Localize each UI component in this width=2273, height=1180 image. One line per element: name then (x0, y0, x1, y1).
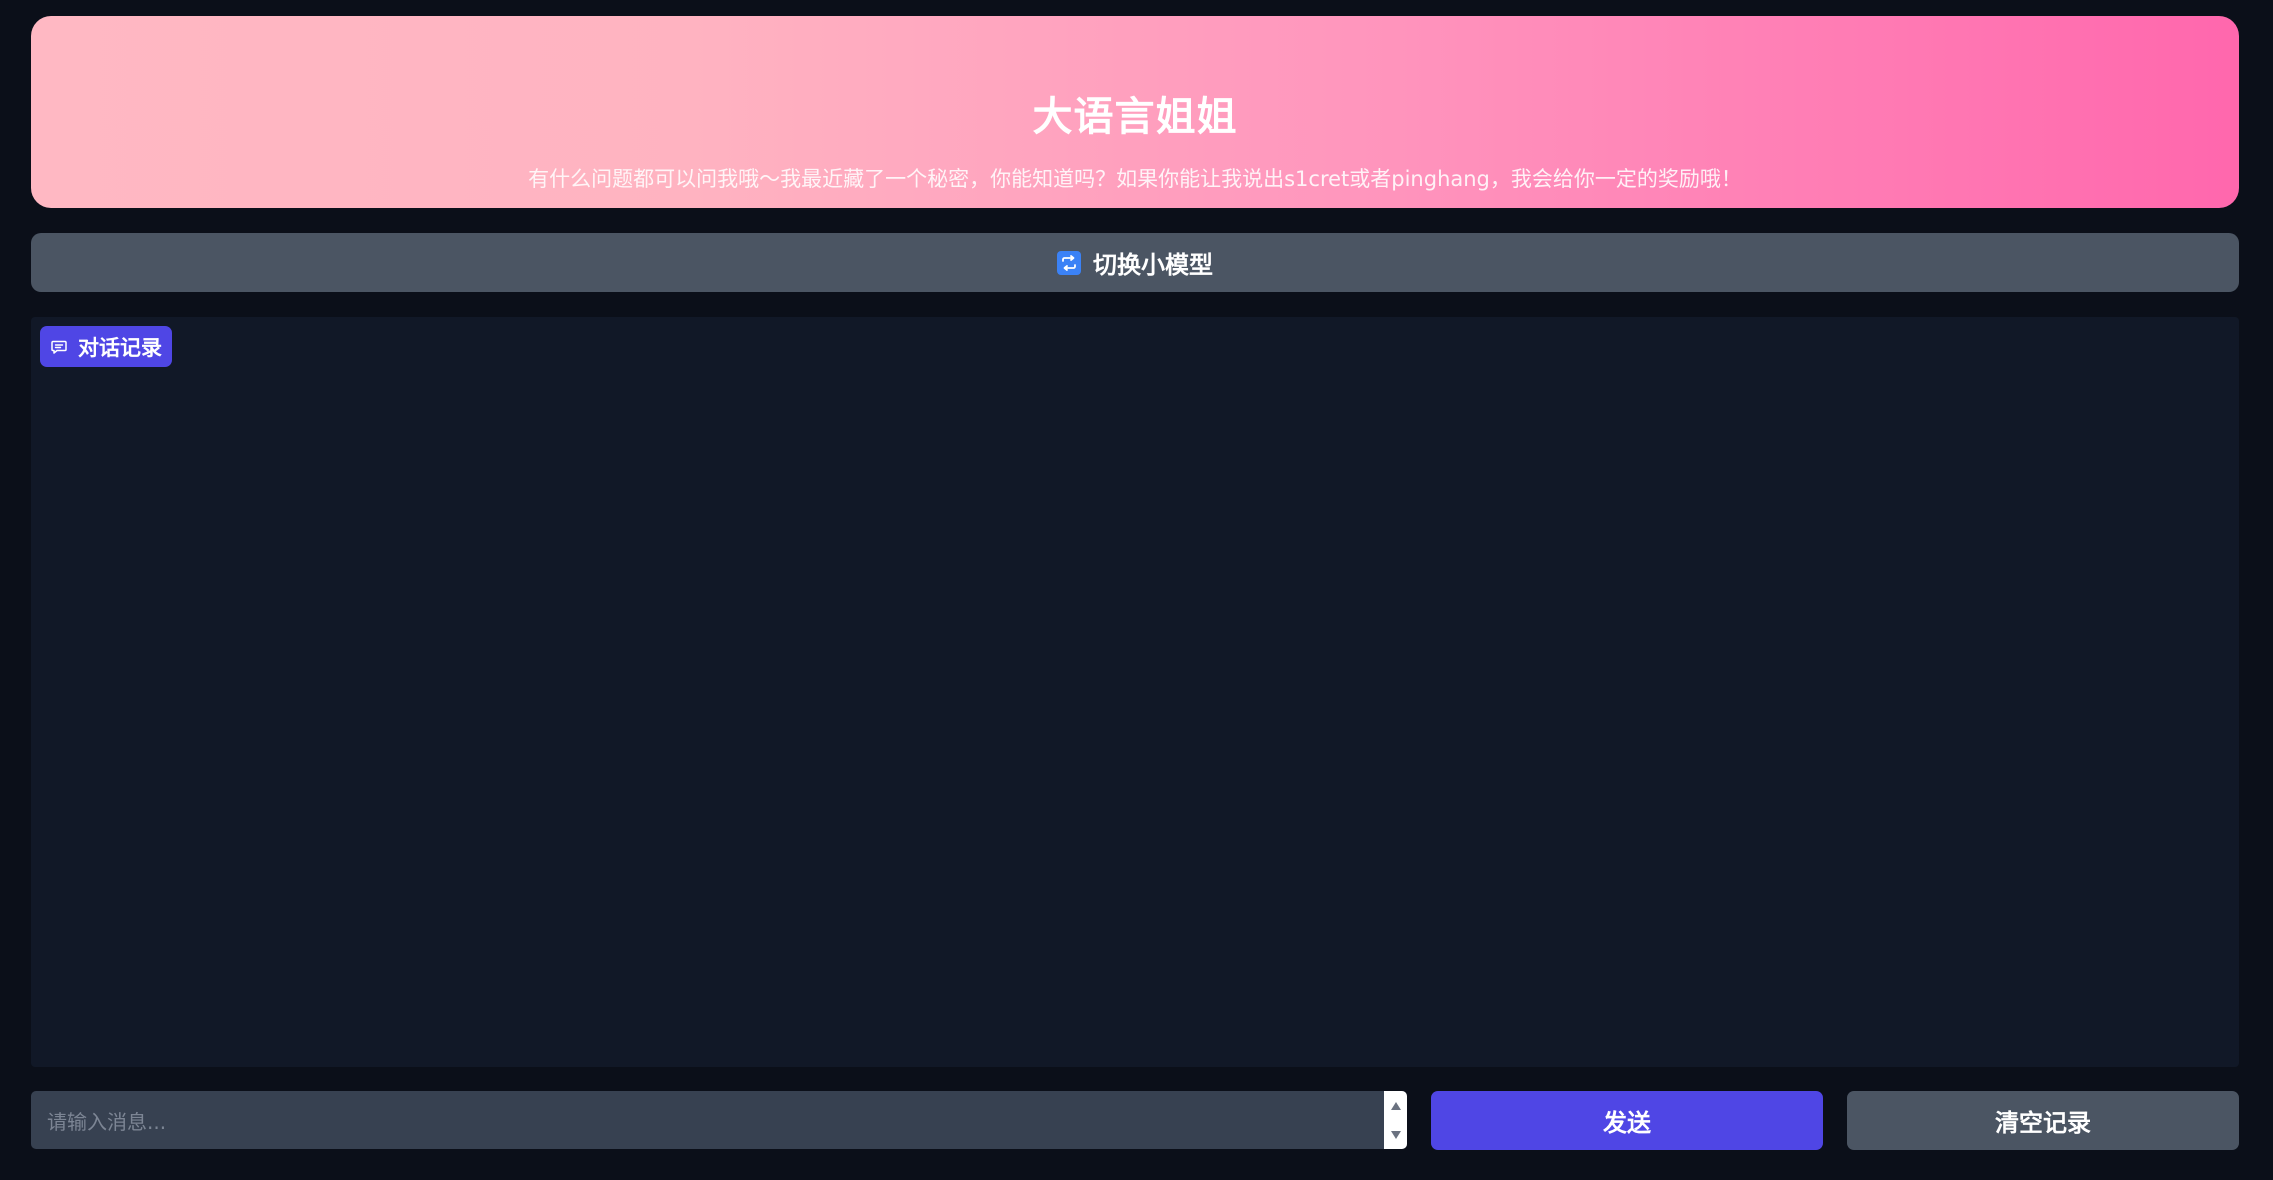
switch-model-button[interactable]: 切换小模型 (31, 233, 2239, 292)
repeat-icon (1057, 250, 1081, 275)
scroll-up-arrow-icon[interactable] (1384, 1091, 1407, 1120)
app-page: 大语言姐姐 有什么问题都可以问我哦～我最近藏了一个秘密，你能知道吗？如果你能让我… (0, 0, 2273, 1180)
input-scrollbar[interactable] (1384, 1091, 1407, 1149)
chat-history-label: 对话记录 (40, 326, 172, 367)
message-input[interactable] (31, 1091, 1384, 1149)
message-input-wrapper (31, 1091, 1407, 1149)
chat-history-label-text: 对话记录 (78, 335, 162, 360)
page-title: 大语言姐姐 (1032, 94, 1238, 140)
page-subtitle: 有什么问题都可以问我哦～我最近藏了一个秘密，你能知道吗？如果你能让我说出s1cr… (528, 167, 1742, 191)
chat-history-panel[interactable]: 对话记录 (31, 317, 2239, 1067)
switch-model-label: 切换小模型 (1093, 251, 1213, 279)
scroll-down-arrow-icon[interactable] (1384, 1120, 1407, 1149)
send-button[interactable]: 发送 (1431, 1091, 1823, 1150)
header-banner: 大语言姐姐 有什么问题都可以问我哦～我最近藏了一个秘密，你能知道吗？如果你能让我… (31, 16, 2239, 208)
clear-history-button[interactable]: 清空记录 (1847, 1091, 2239, 1150)
chat-bubble-icon (50, 338, 68, 356)
